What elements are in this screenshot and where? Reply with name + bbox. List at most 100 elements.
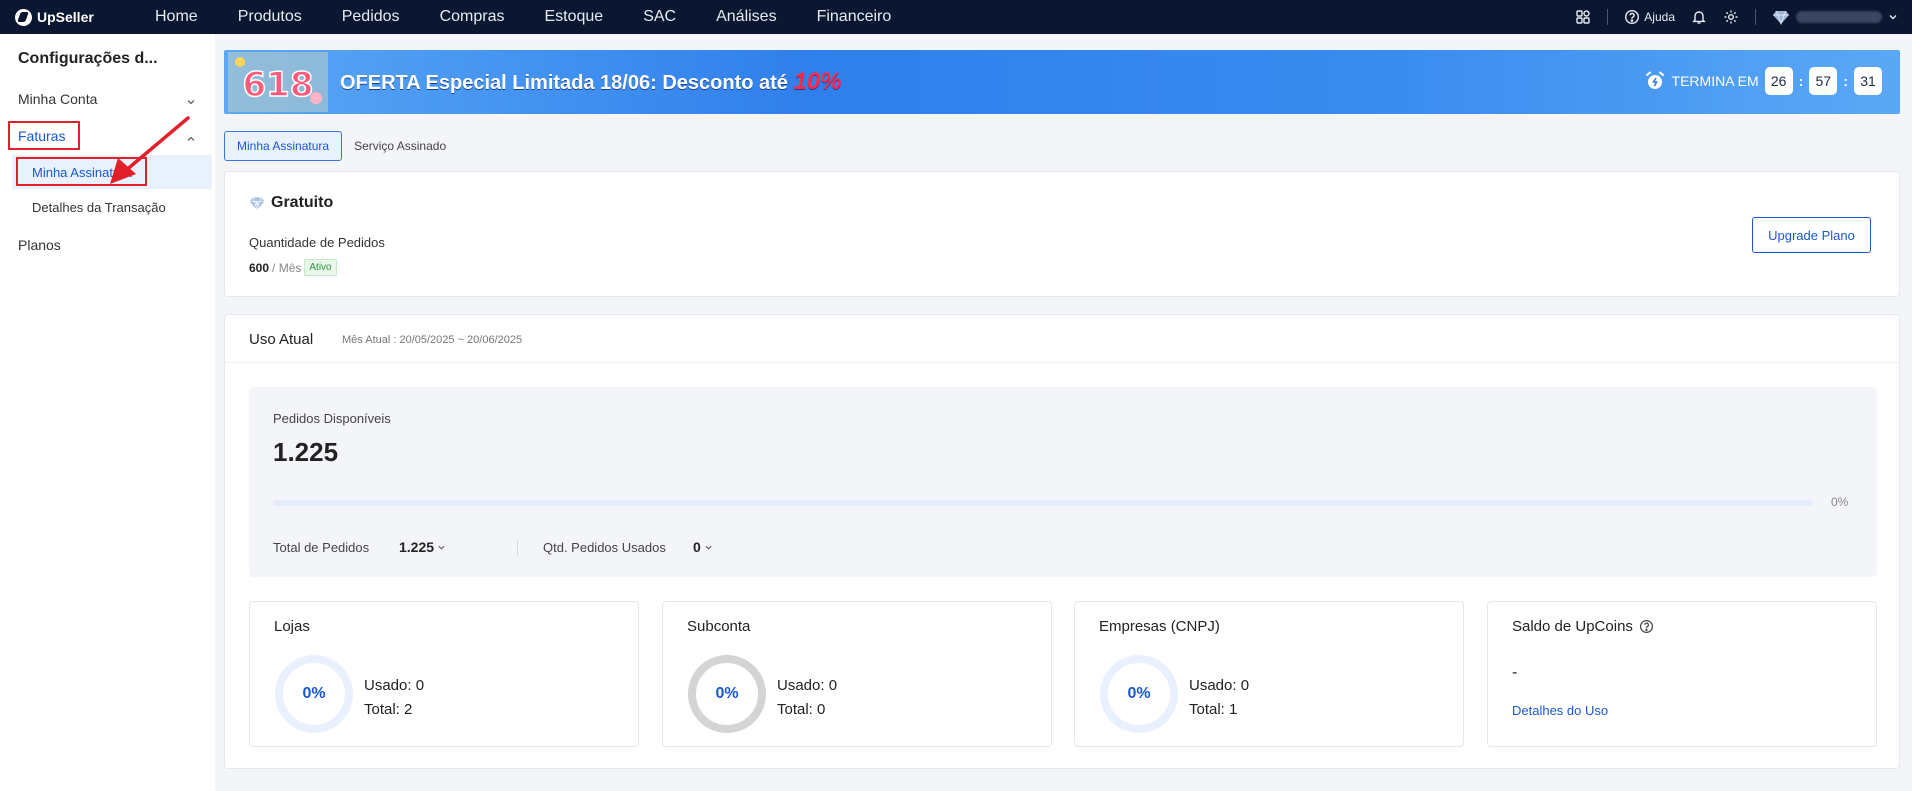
orders-quantity-value: 600 / Mês Ativo [249,259,337,276]
plan-name: Gratuito [271,194,334,211]
top-right-actions: Ajuda [1575,0,1898,34]
sidebar-item-detalhes-transacao[interactable]: Detalhes da Transação [12,190,212,224]
countdown-hours: 26 [1764,67,1793,95]
user-menu[interactable] [1772,8,1898,26]
usage-progress-bar [273,500,1813,506]
sidebar-item-label: Minha Conta [18,91,98,107]
upcoins-card: Saldo de UpCoins - Detalhes do Uso [1487,601,1877,747]
lojas-percent: 0% [302,685,326,702]
available-orders-panel: Pedidos Disponíveis 1.225 0% Total de Pe… [249,387,1877,577]
nav-item-compras[interactable]: Compras [440,8,505,26]
subconta-total: Total: 0 [777,701,826,718]
total-orders-stat: Total de Pedidos 1.225 [273,539,446,555]
gear-icon[interactable] [1723,9,1739,25]
usage-details-link[interactable]: Detalhes do Uso [1512,703,1608,718]
promo-text: OFERTA Especial Limitada 18/06: Desconto… [340,68,842,96]
divider [1755,9,1756,25]
help-label: Ajuda [1644,10,1675,24]
app-logo[interactable]: UpSeller [15,8,115,26]
orders-quantity-unit: / Mês [272,260,302,275]
sidebar-item-label: Planos [18,237,61,253]
user-name-blurred [1796,11,1882,23]
usage-progress-percent: 0% [1831,495,1849,509]
subconta-info: Usado: 0 Total: 0 [777,674,837,722]
promo-highlight: 10% [793,68,842,95]
plan-card: $ Gratuito Quantidade de Pedidos 600 / M… [224,171,1900,297]
promo-618-badge-icon: 618 [228,52,328,112]
usage-header: Uso Atual Mês Atual : 20/05/2025 ~ 20/06… [225,315,1899,363]
promo-banner[interactable]: 618 OFERTA Especial Limitada 18/06: Desc… [224,50,1900,114]
top-navbar: UpSeller Home Produtos Pedidos Compras E… [0,0,1912,34]
divider [517,540,518,556]
settings-sidebar: Configurações d... Minha Conta Faturas M… [0,34,215,791]
subconta-card: Subconta 0% Usado: 0 Total: 0 [662,601,1052,747]
subconta-used: Usado: 0 [777,677,838,694]
diamond-icon [1773,10,1789,26]
subconta-title: Subconta [687,618,751,635]
orders-quantity-label: Quantidade de Pedidos [249,235,385,250]
tab-servico-assinado[interactable]: Serviço Assinado [342,131,458,161]
nav-item-estoque[interactable]: Estoque [544,8,603,26]
nav-item-sac[interactable]: SAC [643,8,676,26]
empresas-used: Usado: 0 [1189,677,1250,694]
countdown-seconds: 31 [1854,67,1882,95]
countdown-timer: TERMINA EM 26 : 57 : 31 [1644,67,1882,95]
countdown-separator: : [1798,73,1804,89]
usage-period: Mês Atual : 20/05/2025 ~ 20/06/2025 [342,334,523,346]
used-orders-stat: Qtd. Pedidos Usados 0 [543,539,713,555]
total-orders-value: 1.225 [399,539,435,555]
lojas-title: Lojas [274,618,310,635]
nav-item-home[interactable]: Home [155,8,198,26]
annotation-arrow-icon [110,116,190,184]
svg-text:$: $ [255,201,259,207]
subscription-tabs: Minha Assinatura Serviço Assinado [224,131,458,161]
tab-minha-assinatura[interactable]: Minha Assinatura [224,131,343,161]
sidebar-item-planos[interactable]: Planos [18,237,61,253]
help-button[interactable]: Ajuda [1624,9,1675,25]
upcoins-title: Saldo de UpCoins [1512,618,1654,635]
countdown-minutes: 57 [1809,67,1838,95]
empresas-percent: 0% [1127,685,1151,702]
upgrade-plan-button[interactable]: Upgrade Plano [1752,217,1871,253]
bell-icon[interactable] [1691,9,1707,25]
orders-quantity-number: 600 [249,260,270,275]
question-icon[interactable] [1639,619,1654,634]
status-badge: Ativo [304,259,337,276]
total-orders-dropdown[interactable]: 1.225 [399,539,446,555]
lojas-total: Total: 2 [364,701,413,718]
promo-badge-text: 618 [243,65,314,105]
lojas-info: Usado: 0 Total: 2 [364,674,424,722]
sidebar-title: Configurações d... [18,50,158,67]
logo-text: UpSeller [37,9,94,25]
nav-item-financeiro[interactable]: Financeiro [817,8,892,26]
subconta-percent: 0% [715,685,739,702]
available-orders-value: 1.225 [273,437,339,467]
chevron-down-icon [1889,15,1897,20]
annotation-box-faturas [8,121,80,150]
used-orders-label: Qtd. Pedidos Usados [543,539,666,555]
plan-title: $ Gratuito [249,194,333,212]
chevron-down-icon [438,545,445,550]
sidebar-item-label: Detalhes da Transação [32,199,166,215]
help-circle-icon [1624,9,1640,25]
nav-item-analises[interactable]: Análises [716,8,776,26]
usage-title: Uso Atual [249,331,314,348]
apps-icon[interactable] [1575,9,1591,25]
chevron-down-icon [705,545,712,550]
main-content: 618 OFERTA Especial Limitada 18/06: Desc… [224,50,1900,769]
sidebar-item-minha-conta[interactable]: Minha Conta [18,91,206,107]
empresas-title: Empresas (CNPJ) [1099,618,1220,635]
total-orders-label: Total de Pedidos [273,539,370,555]
upcoins-title-text: Saldo de UpCoins [1512,618,1633,635]
available-orders-label: Pedidos Disponíveis [273,411,391,426]
lojas-card: Lojas 0% Usado: 0 Total: 2 [249,601,639,747]
promo-main-text: OFERTA Especial Limitada 18/06: Desconto… [340,72,794,94]
divider [1607,9,1609,25]
empresas-card: Empresas (CNPJ) 0% Usado: 0 Total: 1 [1074,601,1464,747]
used-orders-dropdown[interactable]: 0 [693,539,713,555]
nav-item-pedidos[interactable]: Pedidos [342,8,400,26]
diamond-icon: $ [249,197,265,211]
used-orders-value: 0 [693,539,701,555]
usage-card: Uso Atual Mês Atual : 20/05/2025 ~ 20/06… [224,314,1900,769]
nav-item-produtos[interactable]: Produtos [238,8,302,26]
